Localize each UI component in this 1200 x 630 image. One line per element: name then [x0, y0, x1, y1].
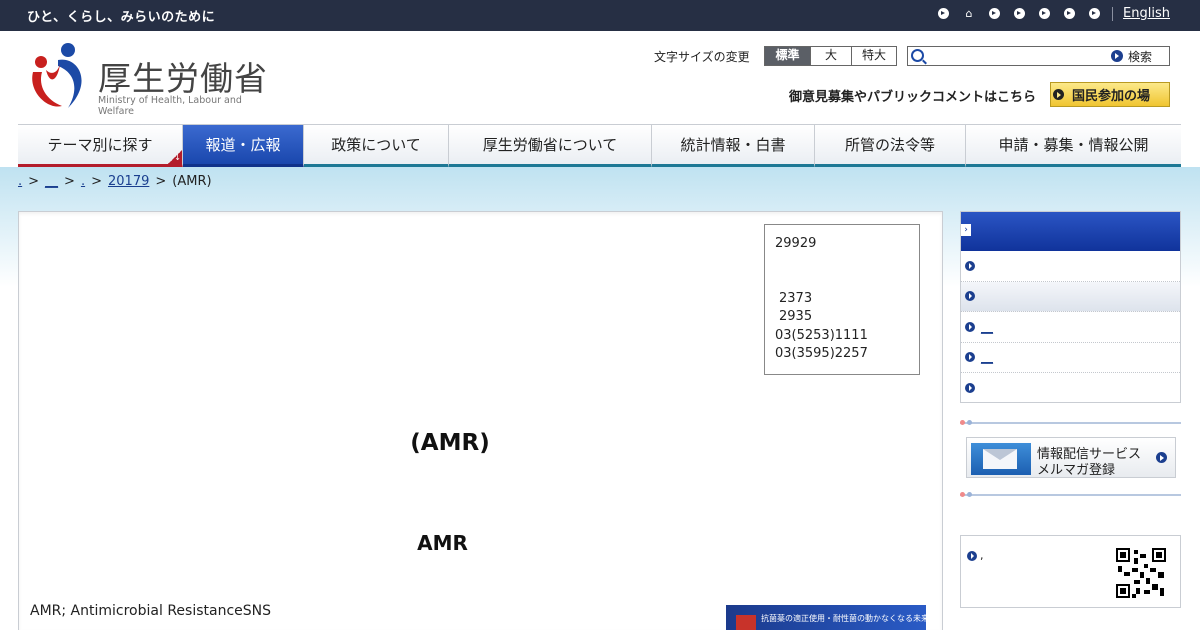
- sidebar-item-label: __: [981, 319, 993, 334]
- mail-banner-line2: メルマガ登録: [1037, 463, 1116, 478]
- arrow-right-icon: ›: [961, 224, 971, 236]
- nav-label: 所管の法令等: [844, 136, 935, 154]
- nav-label: テーマ別に探す: [47, 136, 153, 154]
- nav-press[interactable]: 報道・広報: [183, 125, 304, 168]
- nav-label: 報道・広報: [205, 136, 281, 154]
- home-icon[interactable]: ⌂: [963, 7, 975, 20]
- sidebar-item[interactable]: [961, 281, 1180, 312]
- arrow-right-icon: [965, 321, 975, 332]
- search-icon: [911, 49, 924, 62]
- qr-box: ,: [960, 535, 1181, 608]
- dropdown-arrow-icon: ↓: [168, 150, 182, 164]
- contact-date: 29929: [775, 236, 817, 251]
- site-tagline: ひと、くらし、みらいのために: [27, 10, 216, 25]
- page-title: (AMR): [410, 430, 490, 456]
- envelope-icon: [971, 443, 1031, 475]
- search-button-label: 検索: [1128, 49, 1153, 64]
- mhlw-logo[interactable]: 厚生労働省 Ministry of Health, Labour and Wel…: [28, 42, 268, 117]
- contact-box: 29929 2373 2935 03(5253)1111 03(3595)225…: [764, 224, 920, 375]
- nav-applications[interactable]: 申請・募集・情報公開: [966, 125, 1181, 168]
- breadcrumb-separator: >: [91, 174, 102, 189]
- arrow-right-icon: [965, 260, 975, 271]
- nav-label: 申請・募集・情報公開: [998, 136, 1149, 154]
- arrow-right-icon: [1156, 452, 1167, 463]
- top-links-divider: [1112, 6, 1114, 21]
- sidebar-divider: [960, 492, 1181, 497]
- fontsize-label: 文字サイズの変更: [654, 50, 750, 64]
- divider-dot: [960, 420, 965, 425]
- search-input[interactable]: [928, 48, 1108, 64]
- site-search: 検索: [907, 46, 1170, 66]
- breadcrumb: . > __ > . > 20179 > (AMR): [18, 174, 212, 189]
- divider-dot: [967, 492, 972, 497]
- global-nav: テーマ別に探す ↓ 報道・広報 政策について 厚生労働省について 統計情報・白書…: [18, 124, 1181, 168]
- fontsize-standard-button[interactable]: 標準: [765, 47, 810, 65]
- arrow-right-icon: [965, 383, 975, 394]
- fontsize-large-button[interactable]: 大: [810, 47, 851, 65]
- accessibility-link-icon[interactable]: [938, 8, 950, 19]
- arrow-right-icon: [967, 551, 977, 561]
- banner-graphic: [736, 615, 756, 630]
- contact-phone: 03(5253)1111: [775, 327, 868, 343]
- contact-extension-1: 2373: [779, 290, 813, 306]
- contact-link-icon[interactable]: [1039, 8, 1051, 19]
- faq-link-icon[interactable]: [1014, 8, 1026, 19]
- section-title: AMR: [417, 531, 468, 555]
- contact-extension-2: 2935: [779, 309, 813, 324]
- arrow-right-icon: [1111, 50, 1123, 62]
- breadcrumb-current: (AMR): [172, 174, 212, 189]
- arrow-right-icon: [1053, 89, 1064, 100]
- public-participation-label: 国民参加の場: [1072, 89, 1151, 104]
- arrow-right-icon: [965, 352, 975, 363]
- sitemap-link-icon[interactable]: [989, 8, 1001, 19]
- logo-mark-icon: [32, 43, 82, 108]
- fontsize-xlarge-button[interactable]: 特大: [851, 47, 896, 65]
- mail-magazine-banner[interactable]: 情報配信サービス メルマガ登録: [966, 437, 1176, 478]
- sidebar-item-label: __: [981, 350, 993, 365]
- breadcrumb-releases[interactable]: .: [81, 174, 85, 189]
- nav-label: 統計情報・白書: [680, 136, 786, 154]
- breadcrumb-year[interactable]: 20179: [108, 174, 149, 189]
- nav-about[interactable]: 厚生労働省について: [449, 125, 652, 168]
- search-button[interactable]: 検索: [1111, 48, 1152, 64]
- nav-statistics[interactable]: 統計情報・白書: [652, 125, 815, 168]
- sidebar-menu-header: ›: [961, 212, 1180, 251]
- public-participation-button[interactable]: 国民参加の場: [1050, 82, 1170, 107]
- sidebar-menu: › __ __: [960, 211, 1181, 403]
- nav-label: 厚生労働省について: [482, 136, 618, 154]
- body-text: AMR; Antimicrobial ResistanceSNS: [30, 603, 272, 619]
- english-link[interactable]: English: [1123, 6, 1170, 21]
- banner-text: 抗菌薬の適正使用・耐性菌の動かなくなる未来に立ち向かおう: [761, 614, 926, 623]
- breadcrumb-press[interactable]: __: [45, 174, 58, 189]
- divider-dot: [967, 420, 972, 425]
- breadcrumb-separator: >: [28, 174, 40, 189]
- nav-label: 政策について: [331, 136, 421, 154]
- access-link-icon[interactable]: [1089, 8, 1101, 19]
- logo-text: 厚生労働省: [98, 59, 268, 98]
- breadcrumb-separator: >: [155, 174, 167, 189]
- divider-dot: [960, 492, 965, 497]
- public-comment-link[interactable]: 御意見募集やパブリックコメントはこちら: [789, 86, 1036, 105]
- breadcrumb-separator: >: [64, 174, 75, 189]
- fontsize-switcher: 標準 大 特大: [764, 46, 897, 66]
- amr-banner[interactable]: 抗菌薬の適正使用・耐性菌の動かなくなる未来に立ち向かおう: [726, 605, 926, 630]
- sidebar-divider: [960, 420, 1181, 425]
- logo-subtitle: Ministry of Health, Labour and Welfare: [98, 95, 242, 117]
- arrow-right-icon: [965, 291, 975, 302]
- top-bar: ひと、くらし、みらいのために ⌂ English: [0, 0, 1200, 31]
- qr-code-icon: [1116, 548, 1166, 598]
- sidebar-item[interactable]: __: [961, 343, 1180, 373]
- nav-policy[interactable]: 政策について: [304, 125, 449, 168]
- contact-fax: 03(3595)2257: [775, 346, 868, 361]
- help-link-icon[interactable]: [1064, 8, 1076, 19]
- top-links: ⌂ English: [924, 6, 1170, 21]
- nav-laws[interactable]: 所管の法令等: [815, 125, 966, 168]
- sidebar-item[interactable]: __: [961, 312, 1180, 343]
- contact-spacer: [775, 254, 909, 290]
- sidebar-item[interactable]: [961, 373, 1180, 404]
- nav-theme[interactable]: テーマ別に探す ↓: [18, 125, 183, 168]
- sidebar-item[interactable]: [961, 251, 1180, 282]
- breadcrumb-home[interactable]: .: [18, 174, 22, 189]
- qr-label[interactable]: ,: [980, 549, 984, 562]
